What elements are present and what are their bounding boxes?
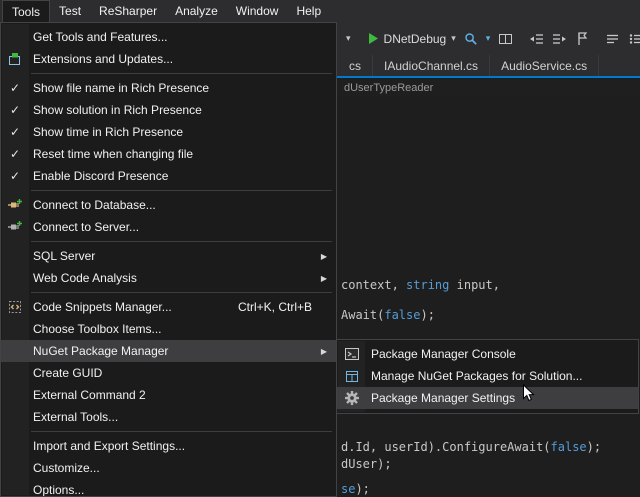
menu-item-extensions-and-updates[interactable]: Extensions and Updates... [1,48,336,70]
menu-separator [31,431,332,432]
indent-left-icon[interactable] [529,32,544,46]
menu-bar: Tools Test ReSharper Analyze Window Help [0,0,640,22]
breadcrumb[interactable]: dUserTypeReader [344,80,433,97]
magnifier-caret[interactable]: ▾ [486,33,491,44]
checkmark-icon: ✓ [10,147,20,161]
tab-partial-cs[interactable]: cs [338,55,373,76]
menu-item-web-code-analysis[interactable]: Web Code Analysis▶ [1,267,336,289]
menu-item-connect-to-server[interactable]: Connect to Server... [1,216,336,238]
tab-label: cs [349,59,361,73]
menu-separator [31,292,332,293]
menubar-item-test[interactable]: Test [50,0,90,22]
menubar-item-help-label: Help [296,4,321,18]
checkmark-icon: ✓ [10,125,20,139]
menu-item-code-snippets-manager[interactable]: Code Snippets Manager... Ctrl+K, Ctrl+B [1,296,336,318]
menu-item-options[interactable]: Options... [1,479,336,497]
submenu-arrow-icon: ▶ [321,252,327,261]
menu-item-connect-to-database[interactable]: Connect to Database... [1,194,336,216]
code-line: Await(false); [341,308,435,322]
menu-item-import-export-settings[interactable]: Import and Export Settings... [1,435,336,457]
menu-item-external-command-2[interactable]: External Command 2 [1,384,336,406]
checkmark-icon: ✓ [10,103,20,117]
menu-item-customize[interactable]: Customize... [1,457,336,479]
code-snippets-icon [7,299,23,315]
checkmark-icon: ✓ [10,81,20,95]
menubar-item-test-label: Test [59,4,81,18]
start-debugging-button[interactable]: DNetDebug ▾ [367,32,456,46]
menubar-item-window-label: Window [236,4,279,18]
play-icon [367,32,379,45]
code-line: se); [341,482,370,496]
visual-studio-window: Tools Test ReSharper Analyze Window Help… [0,0,640,497]
menu-item-get-tools-and-features[interactable]: Get Tools and Features... [1,26,336,48]
connect-database-icon [7,197,23,213]
list-icon[interactable] [605,32,620,46]
solution-configurations-caret[interactable]: ▾ [346,33,351,44]
code-line: d.Id, userId).ConfigureAwait(false); [341,440,601,454]
submenu-item-package-manager-settings[interactable]: Package Manager Settings [337,387,638,409]
shortcut-label: Ctrl+K, Ctrl+B [238,300,312,314]
menu-item-create-guid[interactable]: Create GUID [1,362,336,384]
submenu-arrow-icon: ▶ [321,274,327,283]
menu-separator [31,73,332,74]
menu-item-show-solution[interactable]: ✓Show solution in Rich Presence [1,99,336,121]
tools-menu: Get Tools and Features... Extensions and… [0,22,337,497]
code-line: context, string input, [341,278,500,292]
menubar-item-window[interactable]: Window [227,0,288,22]
packages-icon [344,368,360,384]
menu-item-external-tools[interactable]: External Tools... [1,406,336,428]
menubar-item-analyze[interactable]: Analyze [166,0,227,22]
menu-item-show-file-name[interactable]: ✓Show file name in Rich Presence [1,77,336,99]
submenu-item-package-manager-console[interactable]: Package Manager Console [337,343,638,365]
menu-item-nuget-package-manager[interactable]: NuGet Package Manager▶ [1,340,336,362]
tab-label: IAudioChannel.cs [384,59,478,73]
extensions-icon [7,51,23,67]
menubar-item-tools[interactable]: Tools [2,0,50,22]
menubar-item-tools-label: Tools [12,5,40,19]
menubar-item-analyze-label: Analyze [175,4,218,18]
connect-server-icon [7,219,23,235]
submenu-item-manage-nuget-packages[interactable]: Manage NuGet Packages for Solution... [337,365,638,387]
bookmark-flag-icon[interactable] [575,31,589,46]
console-icon [344,346,360,362]
mouse-cursor [522,384,535,408]
code-line: dUser); [341,457,392,471]
menubar-item-help[interactable]: Help [287,0,330,22]
debug-target-caret: ▾ [451,33,456,44]
menu-item-enable-discord-presence[interactable]: ✓Enable Discord Presence [1,165,336,187]
numbered-list-icon[interactable] [628,32,640,46]
tab-label: AudioService.cs [501,59,587,73]
nuget-package-manager-submenu: Package Manager Console Manage NuGet Pac… [336,339,639,414]
menubar-item-resharper-label: ReSharper [99,4,157,18]
menu-item-choose-toolbox-items[interactable]: Choose Toolbox Items... [1,318,336,340]
debug-target-label: DNetDebug [384,32,447,46]
menu-item-reset-time[interactable]: ✓Reset time when changing file [1,143,336,165]
tab-audioservice[interactable]: AudioService.cs [490,55,599,76]
tab-iaudiochannel[interactable]: IAudioChannel.cs [373,55,490,76]
menu-item-sql-server[interactable]: SQL Server▶ [1,245,336,267]
menubar-item-resharper[interactable]: ReSharper [90,0,166,22]
menu-separator [31,241,332,242]
menu-separator [31,190,332,191]
menu-item-show-time[interactable]: ✓Show time in Rich Presence [1,121,336,143]
split-window-icon[interactable] [498,32,513,46]
checkmark-icon: ✓ [10,169,20,183]
submenu-arrow-icon: ▶ [321,347,327,356]
indent-right-icon[interactable] [552,32,567,46]
magnifier-icon[interactable] [464,32,478,46]
gear-icon [344,390,360,406]
